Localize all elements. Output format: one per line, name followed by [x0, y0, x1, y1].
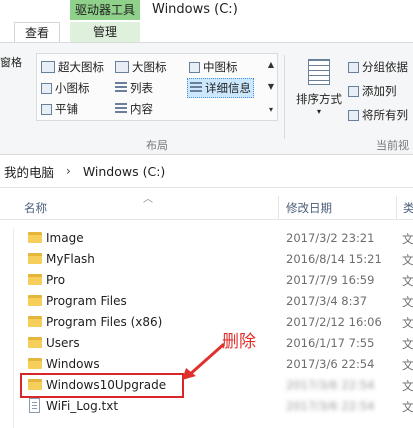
layout-gallery-scroll[interactable]: ▲ ▼ ▾ [265, 53, 277, 121]
extra-large-icons-icon [41, 61, 55, 73]
small-icons-icon [41, 82, 52, 94]
layout-details[interactable]: 详细信息 [187, 78, 254, 98]
tab-manage[interactable]: 管理 [70, 22, 140, 43]
window-title: Windows (C:) [152, 2, 238, 17]
breadcrumb-this-pc[interactable]: 我的电脑 [4, 162, 54, 181]
column-divider[interactable] [396, 196, 397, 220]
sort-by-button[interactable]: 排序方式 ▾ [290, 55, 348, 130]
tiles-icon [41, 103, 52, 115]
column-divider[interactable] [278, 196, 279, 220]
layout-content[interactable]: 内容 [115, 99, 153, 119]
current-view-group-label: 当前视 [376, 139, 409, 152]
add-columns-button[interactable]: 添加列 [348, 81, 397, 101]
list-item[interactable]: Pro 2017/7/9 16:59 文 [0, 270, 413, 291]
medium-icons-icon [189, 61, 200, 73]
sort-ascending-icon: ︿ [143, 194, 153, 205]
layout-tiles[interactable]: 平铺 [41, 99, 78, 119]
layout-large-icons[interactable]: 大图标 [115, 57, 167, 77]
chevron-down-icon: ▾ [316, 107, 321, 116]
add-columns-icon [348, 85, 359, 97]
list-item[interactable]: MyFlash 2016/8/14 15:21 文 [0, 249, 413, 270]
text-file-icon [29, 398, 40, 413]
column-type-header[interactable]: 类 [403, 196, 413, 220]
layout-small-icons[interactable]: 小图标 [41, 78, 90, 98]
group-by-icon [348, 61, 359, 73]
folder-icon [28, 316, 42, 327]
layout-gallery: 超大图标 大图标 中图标 小图标 列表 详细信息 平铺 内容 [36, 53, 278, 121]
chevron-right-icon[interactable]: › [66, 164, 71, 178]
tab-bar: 驱动器工具 Windows (C:) 查看 管理 [0, 0, 413, 43]
size-all-columns-button[interactable]: 将所有列 [348, 105, 408, 125]
list-item[interactable]: Program Files (x86) 2017/2/12 16:06 文 [0, 312, 413, 333]
folder-icon [28, 295, 42, 306]
large-icons-icon [115, 61, 129, 73]
column-headers: ︿ 名称 修改日期 类 [0, 194, 413, 220]
highlight-box [20, 373, 184, 398]
folder-icon [28, 232, 42, 243]
size-columns-icon [348, 109, 359, 121]
details-icon [190, 82, 202, 94]
ribbon-divider [284, 55, 285, 139]
folder-icon [28, 253, 42, 264]
layout-extra-large-icons[interactable]: 超大图标 [41, 57, 104, 77]
content-icon [115, 103, 127, 115]
layout-medium-icons[interactable]: 中图标 [189, 57, 238, 77]
scroll-up-icon[interactable]: ▲ [268, 60, 274, 69]
layout-list[interactable]: 列表 [115, 78, 153, 98]
folder-icon [28, 337, 42, 348]
tab-view[interactable]: 查看 [14, 22, 60, 43]
pane-group-fragment[interactable]: 窗格 [0, 54, 22, 70]
group-by-button[interactable]: 分组依据 [348, 57, 408, 77]
column-name-header[interactable]: 名称 [24, 196, 47, 220]
breadcrumb[interactable]: 我的电脑 › Windows (C:) [0, 155, 413, 188]
ribbon: 窗格 超大图标 大图标 中图标 小图标 列表 详细信息 平铺 内容 ▲ ▼ ▾ … [0, 42, 413, 155]
folder-icon [28, 274, 42, 285]
list-icon [115, 82, 127, 94]
scroll-down-icon[interactable]: ▼ [268, 82, 274, 91]
layout-group-label: 布局 [146, 139, 168, 152]
folder-icon [28, 358, 42, 369]
column-date-header[interactable]: 修改日期 [286, 196, 332, 220]
annotation-arrow-icon [182, 342, 225, 380]
list-item[interactable]: WiFi_Log.txt 2017/3/6 22:54 文 [0, 396, 413, 417]
drive-tools-context-tab: 驱动器工具 [70, 0, 140, 20]
list-item[interactable]: Program Files 2017/3/4 8:37 文 [0, 291, 413, 312]
sort-by-icon [308, 59, 330, 85]
list-item[interactable]: Image 2017/3/2 23:21 文 [0, 228, 413, 249]
breadcrumb-drive-c[interactable]: Windows (C:) [83, 164, 165, 179]
expand-gallery-icon[interactable]: ▾ [269, 105, 273, 114]
